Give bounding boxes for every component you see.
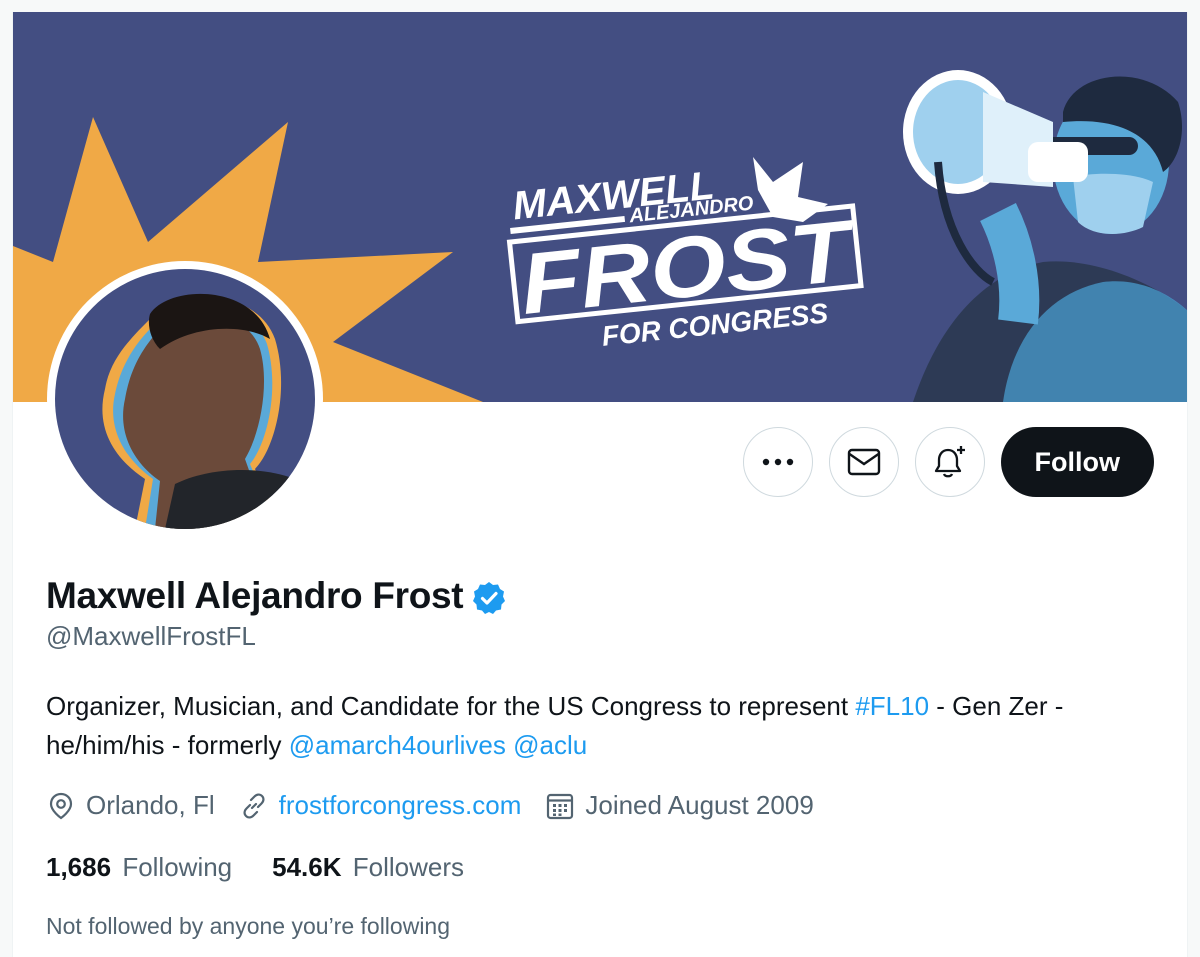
message-button[interactable] xyxy=(828,427,899,497)
location-pin-icon xyxy=(49,792,73,819)
profile-website: frostforcongress.com xyxy=(239,790,522,821)
profile-page: MAXWELL ALEJANDRO FROST FOR CONGRESS Fol… xyxy=(12,12,1188,957)
avatar-image xyxy=(55,269,315,529)
bio-text: Organizer, Musician, and Candidate for t… xyxy=(46,691,856,721)
location-text: Orlando, Fl xyxy=(86,790,215,820)
profile-avatar[interactable] xyxy=(47,261,323,537)
notifications-button[interactable] xyxy=(914,427,985,497)
envelope-icon xyxy=(847,448,880,476)
followers-count: 54.6K xyxy=(272,852,342,882)
website-link[interactable]: frostforcongress.com xyxy=(279,790,522,821)
more-options-button[interactable] xyxy=(742,427,813,497)
followers-label: Followers xyxy=(352,852,465,882)
profile-handle: @MaxwellFrostFL xyxy=(46,621,256,651)
followers-link[interactable]: 54.6K Followers xyxy=(272,852,464,883)
bio-hashtag-link[interactable]: #FL10 xyxy=(855,691,929,721)
following-count: 1,686 xyxy=(46,852,112,882)
profile-location: Orlando, Fl xyxy=(46,790,215,821)
follow-button[interactable]: Follow xyxy=(1000,427,1154,497)
social-context-text: Not followed by anyone you’re following xyxy=(46,913,451,939)
profile-bio: Organizer, Musician, and Candidate for t… xyxy=(46,687,1156,765)
ellipsis-icon xyxy=(762,458,793,466)
profile-joined: Joined August 2009 xyxy=(545,790,814,821)
link-icon xyxy=(243,792,265,819)
following-link[interactable]: 1,686 Following xyxy=(46,852,232,883)
profile-stats: 1,686 Following 54.6K Followers xyxy=(46,852,504,883)
profile-name-row: Maxwell Alejandro Frost xyxy=(46,575,507,617)
bio-mention-link[interactable]: @amarch4ourlives xyxy=(289,730,506,760)
profile-meta: Orlando, Fl frostforcongress.com Joined … xyxy=(46,790,838,821)
bell-plus-icon xyxy=(934,446,965,478)
display-name: Maxwell Alejandro Frost xyxy=(46,575,464,616)
calendar-icon xyxy=(547,793,574,819)
bio-mention-link[interactable]: @aclu xyxy=(513,730,587,760)
profile-actions: Follow xyxy=(742,427,1154,497)
following-label: Following xyxy=(122,852,233,882)
verified-badge-icon[interactable] xyxy=(471,580,507,616)
joined-text: Joined August 2009 xyxy=(585,790,814,820)
